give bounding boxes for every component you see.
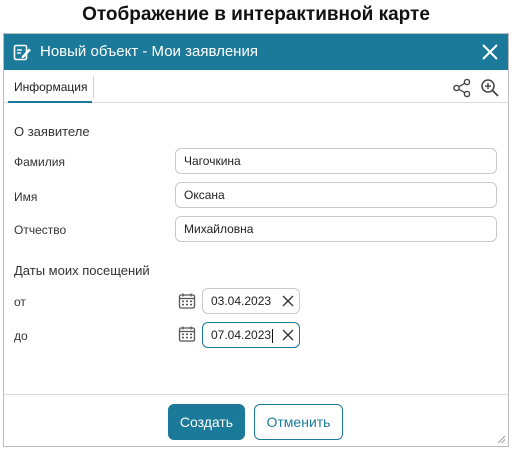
date-from-label: от	[14, 295, 26, 309]
date-from-value: 03.04.2023	[211, 294, 272, 308]
date-from-field[interactable]: 03.04.2023	[202, 288, 300, 314]
section-visits-title: Даты моих посещений	[14, 263, 150, 278]
clear-icon[interactable]	[282, 295, 294, 307]
surname-label: Фамилия	[14, 155, 65, 169]
text-caret	[272, 328, 274, 343]
caption: Отображение в интерактивной карте	[82, 4, 430, 25]
dialog-title: Новый объект - Мои заявления	[40, 43, 258, 60]
calendar-icon[interactable]	[178, 325, 196, 343]
date-to-value: 07.04.2023	[211, 328, 272, 342]
name-field[interactable]: Оксана	[175, 182, 497, 208]
name-label: Имя	[14, 190, 38, 204]
zoom-in-icon[interactable]	[480, 78, 500, 98]
calendar-icon[interactable]	[178, 292, 196, 310]
edit-document-icon	[13, 44, 31, 61]
share-icon[interactable]	[452, 78, 472, 98]
active-tab-indicator	[8, 101, 92, 103]
close-icon[interactable]	[478, 40, 502, 64]
clear-icon[interactable]	[282, 329, 294, 341]
create-button[interactable]: Создать	[168, 404, 245, 440]
cancel-button[interactable]: Отменить	[254, 404, 343, 440]
tab-information[interactable]: Информация	[8, 76, 95, 98]
date-to-field[interactable]: 07.04.2023	[202, 322, 300, 348]
date-to-label: до	[14, 329, 28, 343]
surname-field[interactable]: Чагочкина	[175, 148, 497, 174]
dialog-window: Новый объект - Мои заявления Информация …	[3, 33, 509, 447]
section-applicant-title: О заявителе	[14, 124, 90, 139]
resize-grip-icon[interactable]	[496, 434, 506, 444]
tab-bar: Информация	[4, 70, 508, 103]
patronymic-label: Отчество	[14, 223, 67, 237]
footer-divider	[4, 394, 508, 395]
dialog-titlebar: Новый объект - Мои заявления	[4, 34, 508, 70]
patronymic-field[interactable]: Михайловна	[175, 216, 497, 242]
